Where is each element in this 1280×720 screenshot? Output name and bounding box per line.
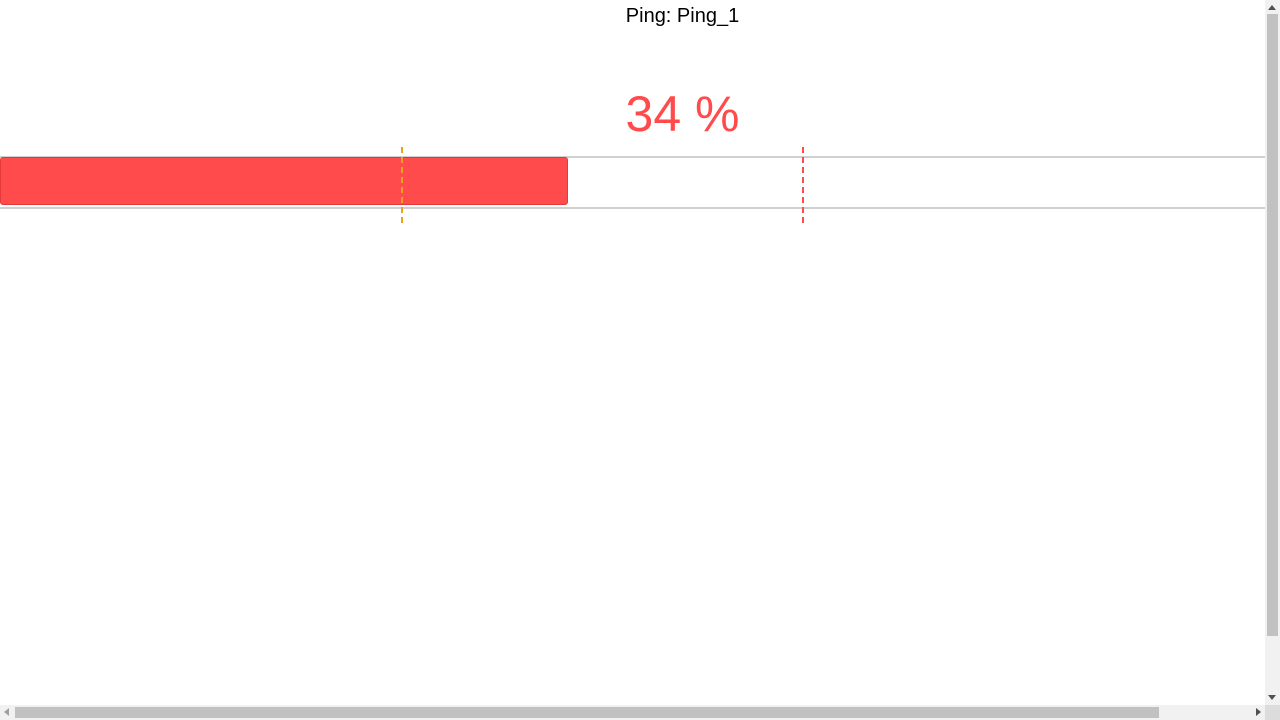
- gauge-panel: Ping: Ping_1 34 %: [0, 0, 1265, 705]
- gauge-fill-bar: [0, 157, 568, 205]
- scroll-right-icon[interactable]: [1256, 708, 1261, 716]
- critical-threshold-marker: [802, 147, 804, 223]
- scrollbar-corner: [1265, 705, 1280, 720]
- scroll-down-icon[interactable]: [1268, 695, 1276, 700]
- horizontal-scroll-thumb[interactable]: [15, 707, 1159, 718]
- warning-threshold-marker: [401, 147, 403, 223]
- percent-value: 34 %: [625, 86, 740, 142]
- vertical-scroll-thumb[interactable]: [1267, 14, 1278, 636]
- panel-title: Ping: Ping_1: [625, 5, 740, 27]
- horizontal-scrollbar[interactable]: [0, 705, 1265, 720]
- vertical-scrollbar[interactable]: [1265, 0, 1280, 705]
- scroll-up-icon[interactable]: [1268, 5, 1276, 10]
- scroll-left-icon[interactable]: [4, 708, 9, 716]
